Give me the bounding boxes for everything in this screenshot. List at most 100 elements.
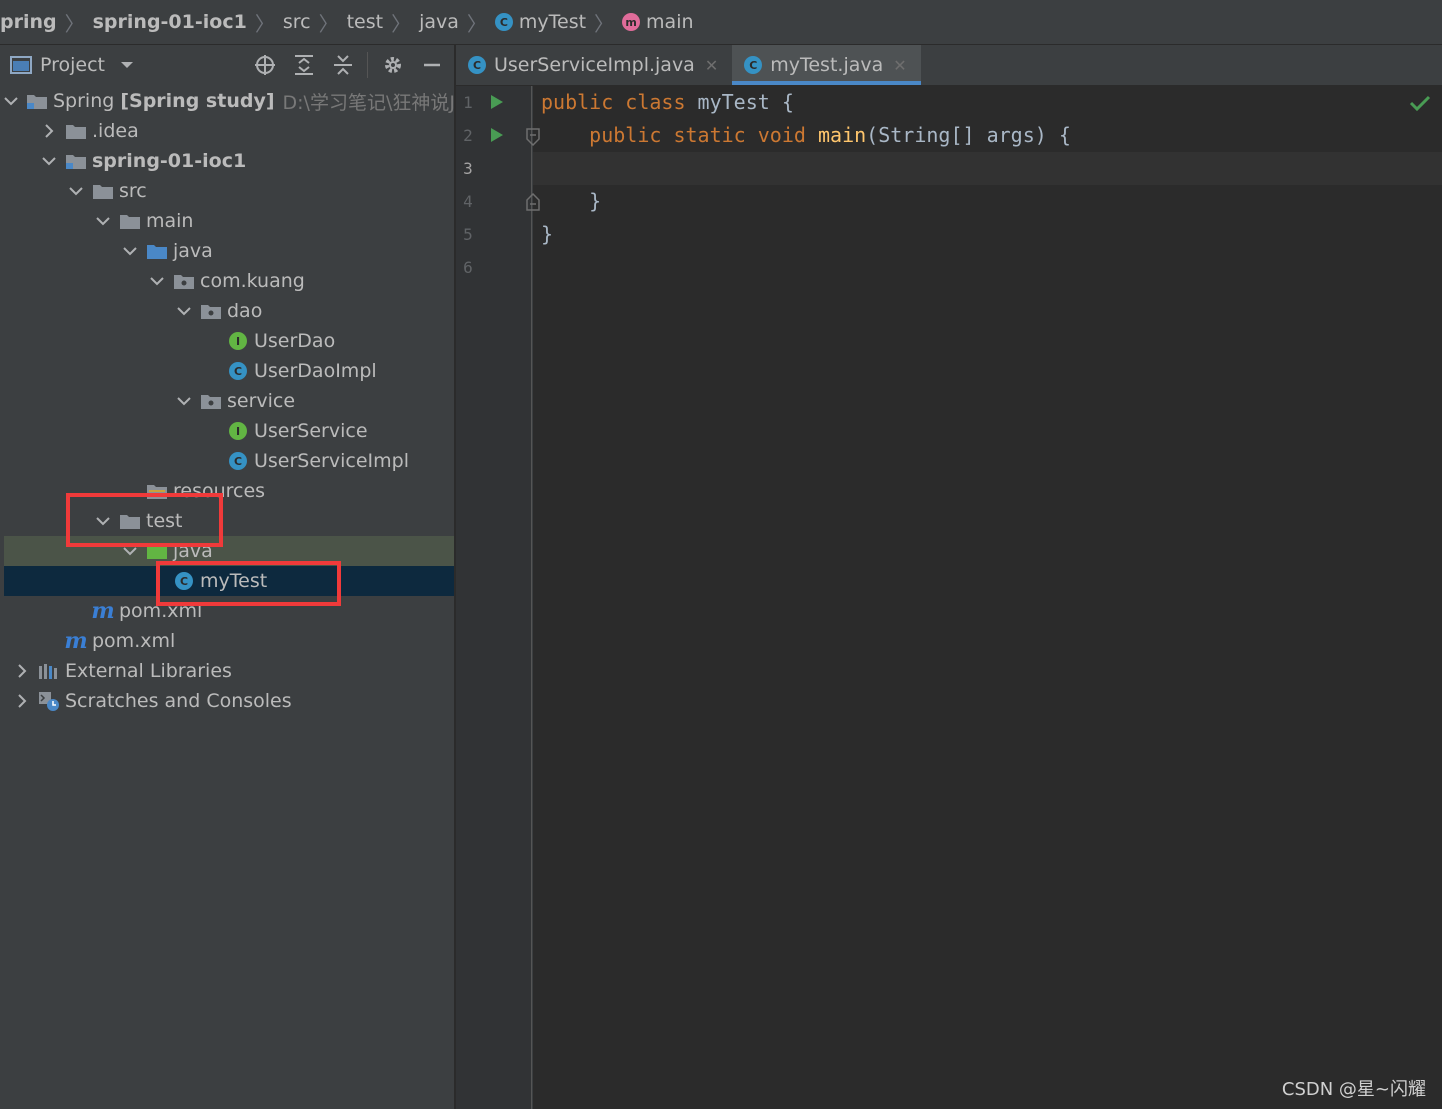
close-icon[interactable]: ✕ (705, 56, 718, 75)
tree-item-userdao[interactable]: I UserDao (4, 326, 454, 356)
line-number: 6 (463, 258, 473, 277)
line-number: 4 (463, 192, 473, 211)
watermark: CSDN @星~闪耀 (1281, 1079, 1426, 1100)
tree-item-module[interactable]: spring-01-ioc1 (4, 146, 454, 176)
line-number: 1 (463, 93, 473, 112)
folder-icon (65, 121, 87, 141)
locate-file-button[interactable] (251, 51, 279, 79)
expand-all-button[interactable] (290, 51, 318, 79)
line-number: 3 (463, 159, 473, 178)
highlight-box-mytest (156, 561, 341, 606)
package-icon (200, 391, 222, 411)
source-folder-icon (146, 241, 168, 261)
minimize-icon (424, 63, 440, 67)
maven-icon: m (64, 628, 88, 654)
module-folder-icon (65, 151, 87, 171)
tree-item-external-libraries[interactable]: External Libraries (4, 656, 454, 686)
chevron-down-icon[interactable] (68, 183, 84, 199)
method-icon: m (622, 13, 641, 31)
tree-item-package-dao[interactable]: dao (4, 296, 454, 326)
interface-icon: I (227, 421, 249, 441)
chevron-down-icon[interactable] (4, 93, 18, 109)
breadcrumb-item-test[interactable]: test (347, 11, 384, 33)
code-line-2: public static void main(String[] args) { (589, 123, 1071, 147)
code-line-5: } (541, 222, 554, 246)
highlight-box-test-folder (66, 493, 223, 547)
module-folder-icon (26, 91, 48, 111)
run-icon[interactable] (490, 127, 504, 143)
breadcrumb: pring 〉 spring-01-ioc1 〉 src 〉 test 〉 ja… (0, 0, 1442, 45)
class-icon: C (744, 56, 763, 74)
class-icon: C (227, 451, 249, 471)
folder-icon (92, 181, 114, 201)
toolbar-divider (367, 52, 368, 78)
breadcrumb-item-java[interactable]: java (419, 11, 459, 33)
breadcrumb-item-src[interactable]: src (283, 11, 311, 33)
chevron-right-icon[interactable] (14, 693, 30, 709)
current-line-highlight (533, 152, 1442, 185)
chevron-down-icon[interactable] (176, 303, 192, 319)
collapse-all-icon (334, 55, 352, 75)
expand-all-icon (295, 55, 313, 75)
tree-item-idea[interactable]: .idea (4, 116, 454, 146)
package-icon (173, 271, 195, 291)
package-icon (200, 301, 222, 321)
chevron-right-icon: 〉 (391, 11, 412, 36)
class-icon: C (227, 361, 249, 381)
chevron-down-icon[interactable] (176, 393, 192, 409)
tree-item-package-service[interactable]: service (4, 386, 454, 416)
hide-panel-button[interactable] (418, 51, 446, 79)
code-line-4: } (589, 189, 602, 213)
breadcrumb-item-method[interactable]: m main (622, 11, 694, 33)
tree-item-userservice[interactable]: I UserService (4, 416, 454, 446)
collapse-all-button[interactable] (329, 51, 357, 79)
breadcrumb-item-project[interactable]: pring (0, 11, 57, 33)
tree-item-root-pom[interactable]: m pom.xml (4, 626, 454, 656)
breadcrumb-item-module[interactable]: spring-01-ioc1 (93, 11, 247, 33)
chevron-down-icon[interactable] (122, 243, 138, 259)
class-icon: C (494, 13, 513, 31)
gutter-divider (531, 86, 532, 1109)
folder-icon (119, 211, 141, 231)
tab-mytest[interactable]: C myTest.java ✕ (732, 45, 922, 85)
chevron-down-icon[interactable] (95, 213, 111, 229)
tree-item-src[interactable]: src (4, 176, 454, 206)
project-window-icon (10, 56, 32, 74)
chevron-right-icon: 〉 (594, 11, 615, 36)
chevron-down-icon[interactable] (41, 153, 57, 169)
chevron-right-icon: 〉 (254, 11, 275, 36)
dropdown-arrow-icon (121, 62, 134, 68)
close-icon[interactable]: ✕ (893, 56, 906, 75)
tree-item-main[interactable]: main (4, 206, 454, 236)
chevron-right-icon: 〉 (318, 11, 339, 36)
chevron-down-icon[interactable] (149, 273, 165, 289)
chevron-right-icon[interactable] (41, 123, 57, 139)
tree-item-package-com-kuang[interactable]: com.kuang (4, 266, 454, 296)
crosshair-icon (255, 55, 275, 75)
code-editor[interactable] (533, 86, 1442, 1109)
fold-end-icon[interactable] (525, 193, 541, 211)
library-icon (38, 661, 60, 681)
inspection-ok-icon[interactable] (1409, 94, 1431, 112)
gear-icon (385, 57, 401, 73)
settings-button[interactable] (379, 51, 407, 79)
run-icon[interactable] (490, 94, 504, 110)
breadcrumb-item-class[interactable]: C myTest (494, 11, 586, 33)
class-icon: C (468, 56, 486, 74)
tree-item-scratches[interactable]: Scratches and Consoles (4, 686, 454, 716)
tree-item-main-java[interactable]: java (4, 236, 454, 266)
fold-icon[interactable] (525, 128, 541, 146)
scratches-icon (38, 691, 60, 711)
interface-icon: I (227, 331, 249, 351)
tree-item-userdaoimpl[interactable]: C UserDaoImpl (4, 356, 454, 386)
tree-item-project-root[interactable]: Spring [Spring study] D:\学习笔记\狂神说Jav (4, 86, 454, 116)
maven-icon: m (91, 598, 115, 624)
tree-item-userserviceimpl[interactable]: C UserServiceImpl (4, 446, 454, 476)
chevron-right-icon[interactable] (14, 663, 30, 679)
line-number: 5 (463, 225, 473, 244)
project-view-selector[interactable]: Project (10, 54, 135, 76)
tab-userserviceimpl[interactable]: C UserServiceImpl.java ✕ (456, 45, 732, 85)
project-panel-header: Project (0, 45, 454, 85)
code-line-1: public class myTest { (541, 90, 794, 114)
line-number: 2 (463, 126, 473, 145)
